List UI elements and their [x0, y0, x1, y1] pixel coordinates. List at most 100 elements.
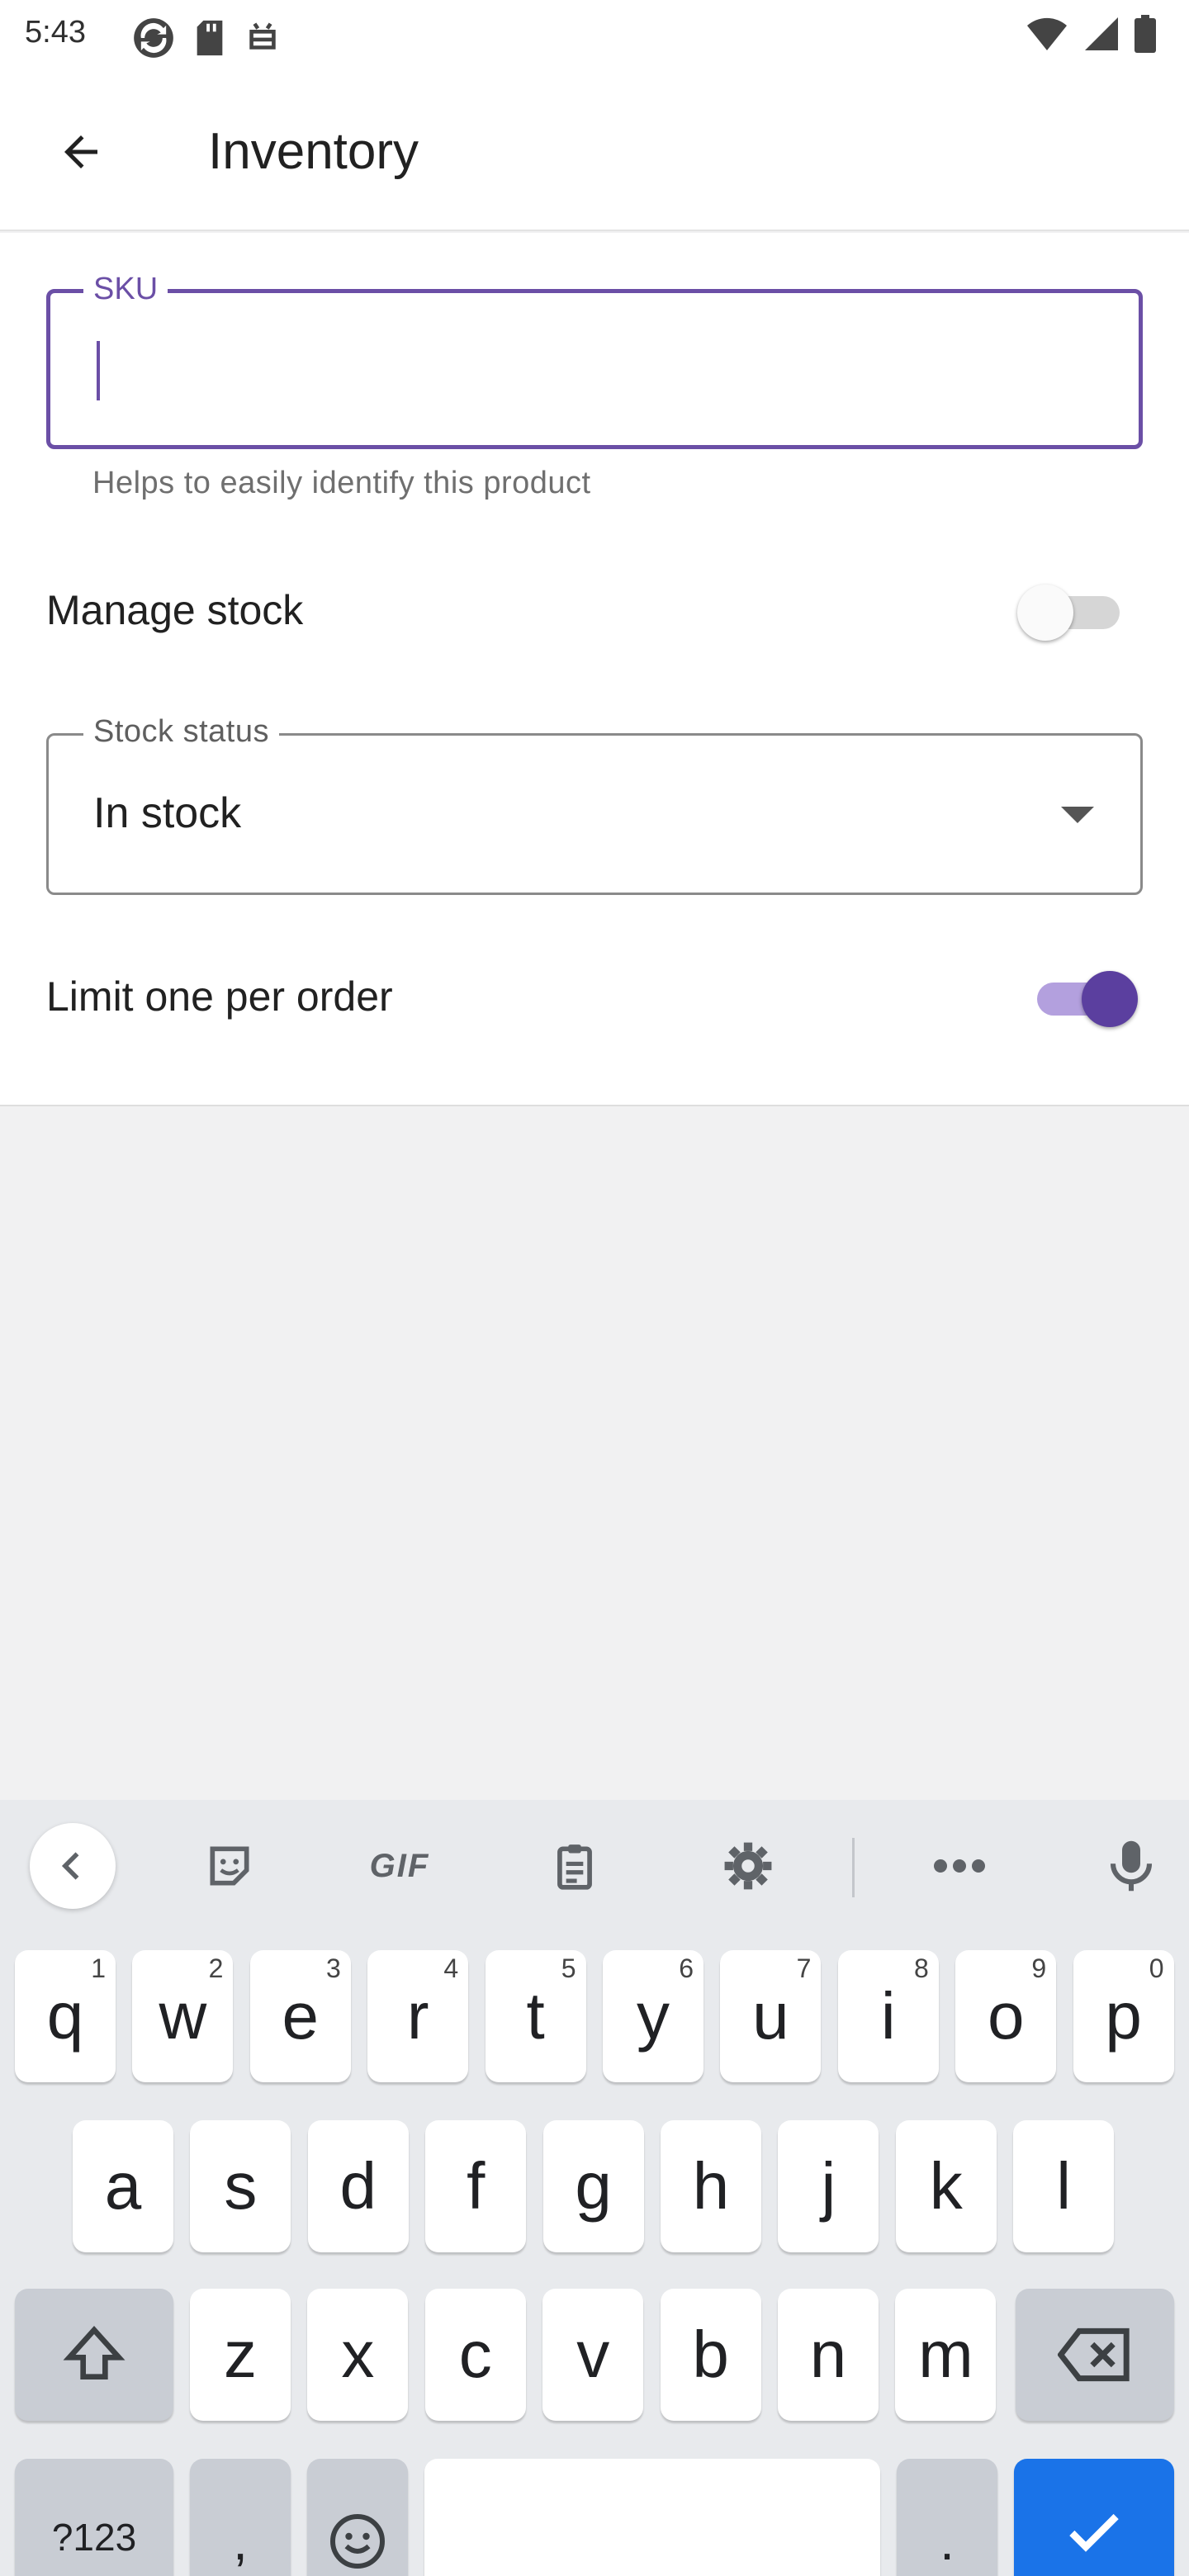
key-hint: 9	[1031, 1953, 1047, 1983]
key-label: w	[159, 1979, 207, 2053]
on-screen-keyboard: GIF q1w2e3r4t5y6u7i8o9p0 asdfghjkl zxcvb…	[0, 1800, 1189, 2576]
sku-helper-text: Helps to easily identify this product	[92, 466, 591, 500]
symbols-key[interactable]: ?123	[15, 2459, 173, 2576]
period-key-label: .	[940, 2512, 955, 2571]
emoji-key[interactable]	[307, 2459, 408, 2576]
key-e[interactable]: e3	[249, 1950, 351, 2082]
key-label: j	[821, 2149, 836, 2223]
key-n[interactable]: n	[778, 2289, 879, 2421]
key-r[interactable]: r4	[367, 1950, 469, 2082]
status-time: 5:43	[25, 15, 86, 50]
key-v[interactable]: v	[542, 2289, 644, 2421]
key-y[interactable]: y6	[603, 1950, 703, 2082]
key-j[interactable]: j	[778, 2120, 879, 2252]
keyboard-settings-button[interactable]	[707, 1825, 789, 1907]
sticker-button[interactable]	[188, 1825, 271, 1907]
key-label: e	[282, 1979, 320, 2053]
symbols-key-label: ?123	[51, 2516, 137, 2559]
text-cursor	[97, 341, 100, 400]
key-m[interactable]: m	[895, 2289, 997, 2421]
wifi-icon	[1027, 17, 1067, 50]
key-label: b	[692, 2318, 729, 2391]
dropdown-arrow-icon	[1061, 807, 1094, 823]
key-label: i	[880, 1979, 896, 2053]
key-hint: 0	[1149, 1953, 1164, 1983]
sku-field[interactable]: SKU	[46, 272, 1143, 449]
key-label: d	[339, 2149, 377, 2223]
comma-key[interactable]: ,	[190, 2459, 291, 2576]
clipboard-button[interactable]	[533, 1825, 616, 1907]
key-label: m	[918, 2318, 973, 2391]
key-c[interactable]: c	[424, 2289, 526, 2421]
switch-thumb	[1017, 585, 1073, 641]
key-x[interactable]: x	[307, 2289, 409, 2421]
key-q[interactable]: q1	[15, 1950, 116, 2082]
backspace-icon	[1058, 2327, 1130, 2382]
comma-key-label: ,	[233, 2512, 248, 2571]
backspace-key[interactable]	[1016, 2289, 1174, 2421]
key-label: z	[224, 2318, 257, 2391]
manage-stock-switch[interactable]	[1017, 580, 1130, 646]
key-hint: 8	[914, 1953, 929, 1983]
status-bar: 5:43	[0, 0, 1189, 69]
gif-button[interactable]: GIF	[358, 1825, 441, 1907]
limit-one-per-order-switch[interactable]	[1026, 966, 1138, 1032]
stock-status-dropdown[interactable]: Stock status In stock	[46, 714, 1143, 895]
key-hint: 1	[91, 1953, 106, 1983]
key-w[interactable]: w2	[132, 1950, 234, 2082]
shift-key[interactable]	[15, 2289, 173, 2421]
done-key[interactable]	[1014, 2459, 1174, 2576]
system-status-icons	[1026, 15, 1156, 53]
key-label: n	[809, 2318, 847, 2391]
sync-app-icon	[134, 18, 173, 58]
key-i[interactable]: i8	[837, 1950, 939, 2082]
emoji-icon	[330, 2514, 385, 2569]
key-label: k	[929, 2149, 963, 2223]
key-f[interactable]: f	[425, 2120, 527, 2252]
android-debug-icon	[249, 22, 276, 50]
key-k[interactable]: k	[895, 2120, 997, 2252]
key-b[interactable]: b	[660, 2289, 761, 2421]
key-label: f	[467, 2149, 486, 2223]
settings-icon	[724, 1842, 772, 1890]
key-label: x	[341, 2318, 375, 2391]
cell-signal-icon	[1085, 17, 1118, 50]
key-s[interactable]: s	[190, 2120, 291, 2252]
manage-stock-label: Manage stock	[46, 587, 304, 633]
key-hint: 3	[326, 1953, 341, 1983]
gif-icon: GIF	[369, 1847, 430, 1884]
key-z[interactable]: z	[190, 2289, 291, 2421]
key-hint: 6	[679, 1953, 694, 1983]
key-h[interactable]: h	[661, 2120, 761, 2252]
limit-one-per-order-label: Limit one per order	[46, 973, 393, 1020]
keyboard-toolbar: GIF	[0, 1800, 1189, 1932]
key-label: r	[406, 1979, 429, 2053]
period-key[interactable]: .	[897, 2459, 997, 2576]
key-label: t	[526, 1979, 545, 2053]
voice-input-button[interactable]	[1090, 1825, 1172, 1907]
space-bar[interactable]	[424, 2459, 880, 2576]
key-label: s	[224, 2149, 258, 2223]
app-bar: Inventory	[0, 69, 1189, 231]
key-label: y	[637, 1979, 670, 2053]
battery-icon	[1135, 15, 1156, 53]
switch-thumb	[1082, 971, 1138, 1027]
collapse-keyboard-button[interactable]	[30, 1823, 116, 1909]
key-u[interactable]: u7	[720, 1950, 822, 2082]
key-a[interactable]: a	[73, 2120, 173, 2252]
key-t[interactable]: t5	[485, 1950, 586, 2082]
key-o[interactable]: o9	[955, 1950, 1057, 2082]
key-p[interactable]: p0	[1073, 1950, 1174, 2082]
key-d[interactable]: d	[307, 2120, 409, 2252]
inventory-form: SKU Helps to easily identify this produc…	[0, 233, 1189, 1106]
key-label: h	[692, 2149, 730, 2223]
key-l[interactable]: l	[1013, 2120, 1115, 2252]
key-hint: 4	[443, 1953, 459, 1983]
clipboard-icon	[557, 1844, 592, 1890]
more-button[interactable]	[918, 1825, 1001, 1907]
key-label: o	[987, 1979, 1025, 2053]
key-g[interactable]: g	[542, 2120, 644, 2252]
back-button[interactable]	[38, 109, 124, 195]
sku-label: SKU	[83, 272, 168, 307]
sku-input[interactable]	[88, 331, 1079, 397]
